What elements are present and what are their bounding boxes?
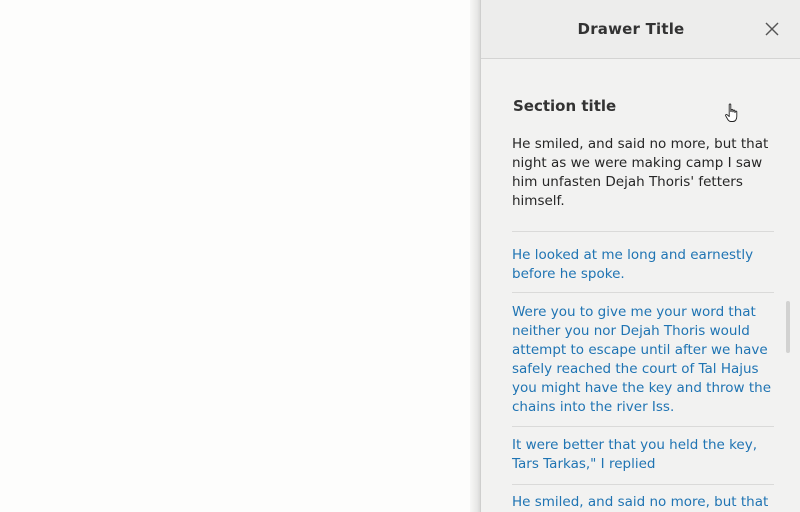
scrollbar-thumb[interactable]: [786, 301, 790, 353]
drawer-panel: Drawer Title Section title He smiled, an…: [480, 0, 800, 512]
drawer-header: Drawer Title: [481, 0, 800, 59]
drawer-shadow: [470, 0, 480, 512]
section-title: Section title: [513, 97, 617, 115]
list-item-link[interactable]: He looked at me long and earnestly befor…: [512, 246, 774, 284]
hand-pointer-icon: [725, 103, 738, 122]
close-button[interactable]: [761, 18, 785, 42]
divider: [512, 231, 774, 232]
divider: [512, 484, 774, 485]
divider: [512, 292, 774, 293]
section-intro-text: He smiled, and said no more, but that ni…: [512, 136, 769, 209]
list-item-link[interactable]: It were better that you held the key, Ta…: [512, 436, 774, 474]
list-item-link[interactable]: He smiled, and said no more, but that: [512, 493, 774, 512]
close-icon: [765, 22, 779, 36]
drawer-title: Drawer Title: [577, 20, 685, 38]
divider: [512, 426, 774, 427]
drawer-body[interactable]: Section title He smiled, and said no mor…: [481, 59, 800, 512]
list-item-link[interactable]: Were you to give me your word that neith…: [512, 303, 774, 417]
main-content-area: [0, 0, 470, 512]
